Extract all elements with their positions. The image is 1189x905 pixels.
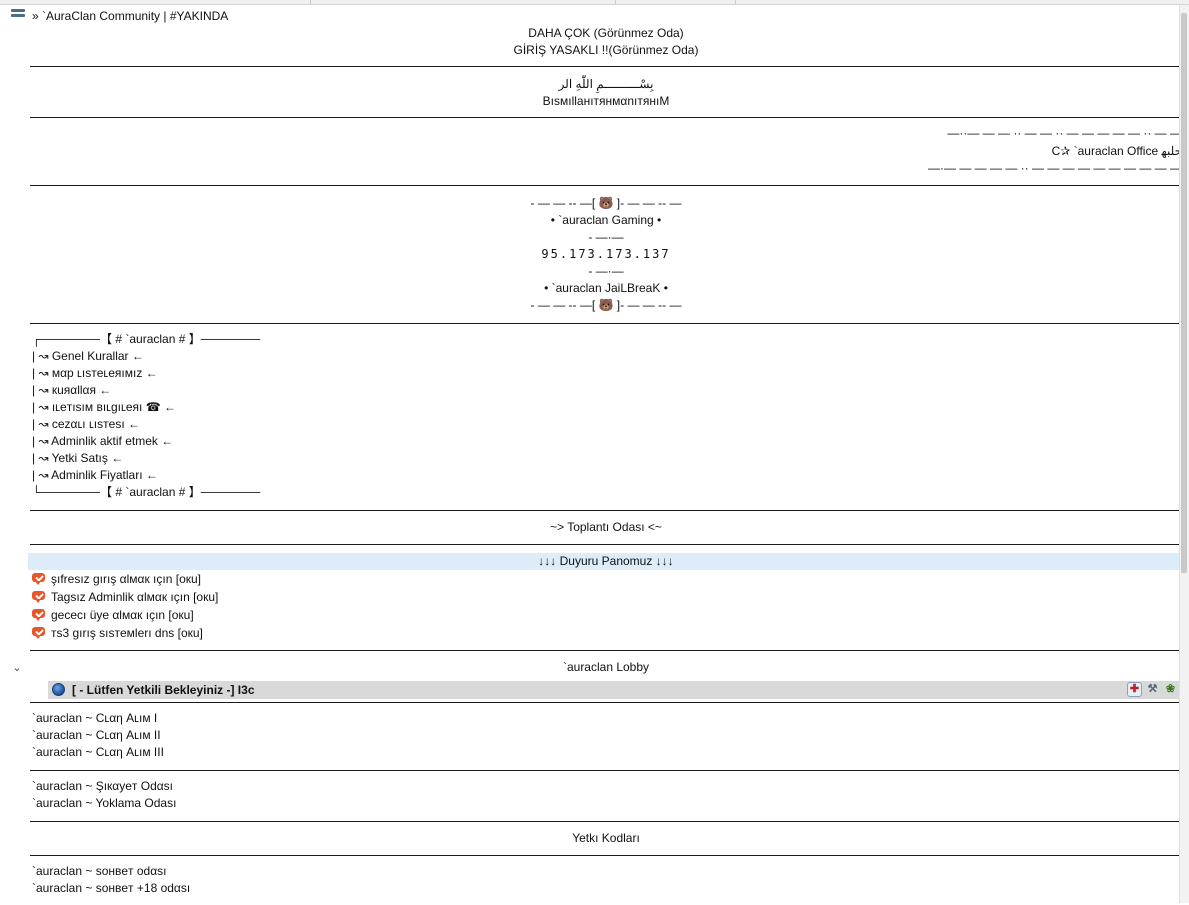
- divider: [30, 117, 1182, 118]
- channel-banned-room[interactable]: GİRİŞ YASAKLI !!(Görünmez Oda): [30, 42, 1182, 59]
- channel-rollcall-room[interactable]: `auraclan ~ Yoklama Odası: [30, 795, 1184, 812]
- channel-gaming-dash[interactable]: - —·—: [30, 229, 1182, 246]
- menu-item-map-list[interactable]: | ↝ мαp ʟısтeʟeяıмız ←: [30, 365, 1184, 382]
- client-badges: ✚ ⚒ ❀: [1127, 682, 1178, 698]
- channel-gaming-frame-top[interactable]: - — — -- —[ 🐻 ]- — — -- —: [30, 195, 1182, 212]
- channel-label: gececı üye αlмαк ıçın [oкu]: [51, 608, 194, 622]
- channel-clan-recruit-2[interactable]: `auraclan ~ Cʟαη Aʟıм II: [30, 727, 1184, 744]
- divider: [30, 66, 1182, 67]
- menu-frame-bottom[interactable]: └───────【 # `auraclan # 】───────: [30, 484, 1184, 501]
- menu-item-rank-sale[interactable]: | ↝ Yetki Satış ←: [30, 450, 1184, 467]
- client-name: [ - Lütfen Yetkili Bekleyiniz -] I3c: [72, 683, 255, 697]
- top-edge-tick: [735, 0, 736, 4]
- menu-item-admin-prices[interactable]: | ↝ Adminlik Fiyatları ←: [30, 467, 1184, 484]
- channel-hidden-room[interactable]: DAHA ÇOK (Görünmez Oda): [30, 25, 1182, 42]
- channel-label: Tagsız Adminlik αlмαк ıçın [oкu]: [51, 590, 219, 604]
- client-entry[interactable]: [ - Lütfen Yetkili Bekleyiniz -] I3c ✚ ⚒…: [48, 681, 1184, 699]
- menu-item-contact[interactable]: | ↝ ıʟeтısıм вıʟgıʟeяı ☎ ←: [30, 399, 1184, 416]
- divider: [30, 650, 1182, 651]
- server-admin-badge-icon: ✚: [1127, 682, 1142, 697]
- divider: [30, 323, 1182, 324]
- channel-office[interactable]: C✰ `auraclan Office ﺣﻠﺒﻬ: [30, 143, 1182, 160]
- menu-item-rules[interactable]: | ↝ Genel Kurallar ←: [30, 348, 1184, 365]
- leaf-badge-icon: ❀: [1165, 683, 1176, 695]
- channel-bismillah-latin[interactable]: BısмıllанıтянмαnıтянıM: [30, 93, 1182, 110]
- divider: [30, 510, 1182, 511]
- channel-lobby[interactable]: `auraclan Lobby: [30, 659, 1182, 676]
- tools-badge-icon: ⚒: [1147, 683, 1158, 695]
- menu-frame-top[interactable]: ┌───────【 # `auraclan # 】───────: [30, 331, 1184, 348]
- channel-chat-room-18[interactable]: `auraclan ~ soнвeт +18 odαsı: [30, 880, 1184, 897]
- scrollbar-thumb[interactable]: [1181, 13, 1187, 573]
- divider: [30, 702, 1182, 703]
- channel-meeting-room[interactable]: ~> Toplantı Odası <~: [30, 519, 1182, 536]
- channel-server-ip[interactable]: 95.173.173.137: [30, 246, 1182, 263]
- channel-announcement-item[interactable]: şıfresız gırış αlмαк ıçın [oкu]: [30, 571, 1184, 588]
- channel-chat-room[interactable]: `auraclan ~ soнвeт odαsı: [30, 863, 1184, 880]
- vertical-scrollbar[interactable]: [1179, 5, 1189, 903]
- channel-clan-recruit-3[interactable]: `auraclan ~ Cʟαη Aʟıм III: [30, 744, 1184, 761]
- divider: [30, 855, 1182, 856]
- channel-announcement-item[interactable]: Tagsız Adminlik αlмαк ıçın [oкu]: [30, 589, 1184, 606]
- channel-tree[interactable]: » `AuraClan Community | #YAKINDA DAHA ÇO…: [0, 5, 1184, 903]
- channel-rank-codes[interactable]: Yetkı Kodları: [30, 830, 1182, 847]
- channel-announcement-item[interactable]: gececı üye αlмαк ıçın [oкu]: [30, 607, 1184, 624]
- channel-office-top-line[interactable]: —··— — — ·· — — ·· — — — — — ·· — —: [30, 125, 1182, 142]
- top-edge-tick: [310, 0, 311, 4]
- channel-gaming-dash[interactable]: - —·—: [30, 263, 1182, 280]
- channel-chat-icon: [32, 627, 45, 639]
- divider: [30, 770, 1182, 771]
- channel-chat-icon: [32, 591, 45, 603]
- divider: [30, 544, 1182, 545]
- divider: [30, 185, 1182, 186]
- channel-office-bottom-line[interactable]: —·— — — — — ·· — — — — — — — — — —: [30, 160, 1182, 177]
- server-name[interactable]: » `AuraClan Community | #YAKINDA: [32, 8, 228, 25]
- top-edge-tick: [615, 0, 616, 4]
- menu-item-penalty-list[interactable]: | ↝ cezαʟı ʟısтesı ←: [30, 416, 1184, 433]
- channel-chat-icon: [32, 609, 45, 621]
- channel-chat-icon: [32, 573, 45, 585]
- channel-complaint-room[interactable]: `auraclan ~ Şıкαyeт Odαsı: [30, 778, 1184, 795]
- divider: [30, 821, 1182, 822]
- channel-label: тs3 gırış sısтeмlerı dns [oкu]: [51, 626, 203, 640]
- channel-clan-recruit-1[interactable]: `auraclan ~ Cʟαη Aʟıм I: [30, 710, 1184, 727]
- menu-item-rules-2[interactable]: | ↝ кuяαllαя ←: [30, 382, 1184, 399]
- channel-gaming-frame-bottom[interactable]: - — — -- —[ 🐻 ]- — — -- —: [30, 297, 1182, 314]
- channel-label: şıfresız gırış αlмαк ıçın [oкu]: [51, 572, 201, 586]
- channel-jailbreak[interactable]: • `auraclan JaiLBreaK •: [30, 280, 1182, 297]
- channel-bismillah-arabic[interactable]: بِسْــــــــــمِ اللّٰهِ الر: [30, 76, 1182, 93]
- client-status-icon: [52, 683, 65, 696]
- channel-announcement-board[interactable]: ↓↓↓ Duyuru Panomuz ↓↓↓: [30, 553, 1182, 570]
- chevron-down-icon[interactable]: ⌄: [10, 661, 24, 675]
- menu-item-admin-activate[interactable]: | ↝ Adminlik aktif etmek ←: [30, 433, 1184, 450]
- channel-gaming[interactable]: • `auraclan Gaming •: [30, 212, 1182, 229]
- channel-announcement-item[interactable]: тs3 gırış sısтeмlerı dns [oкu]: [30, 625, 1184, 642]
- server-icon: [11, 9, 25, 22]
